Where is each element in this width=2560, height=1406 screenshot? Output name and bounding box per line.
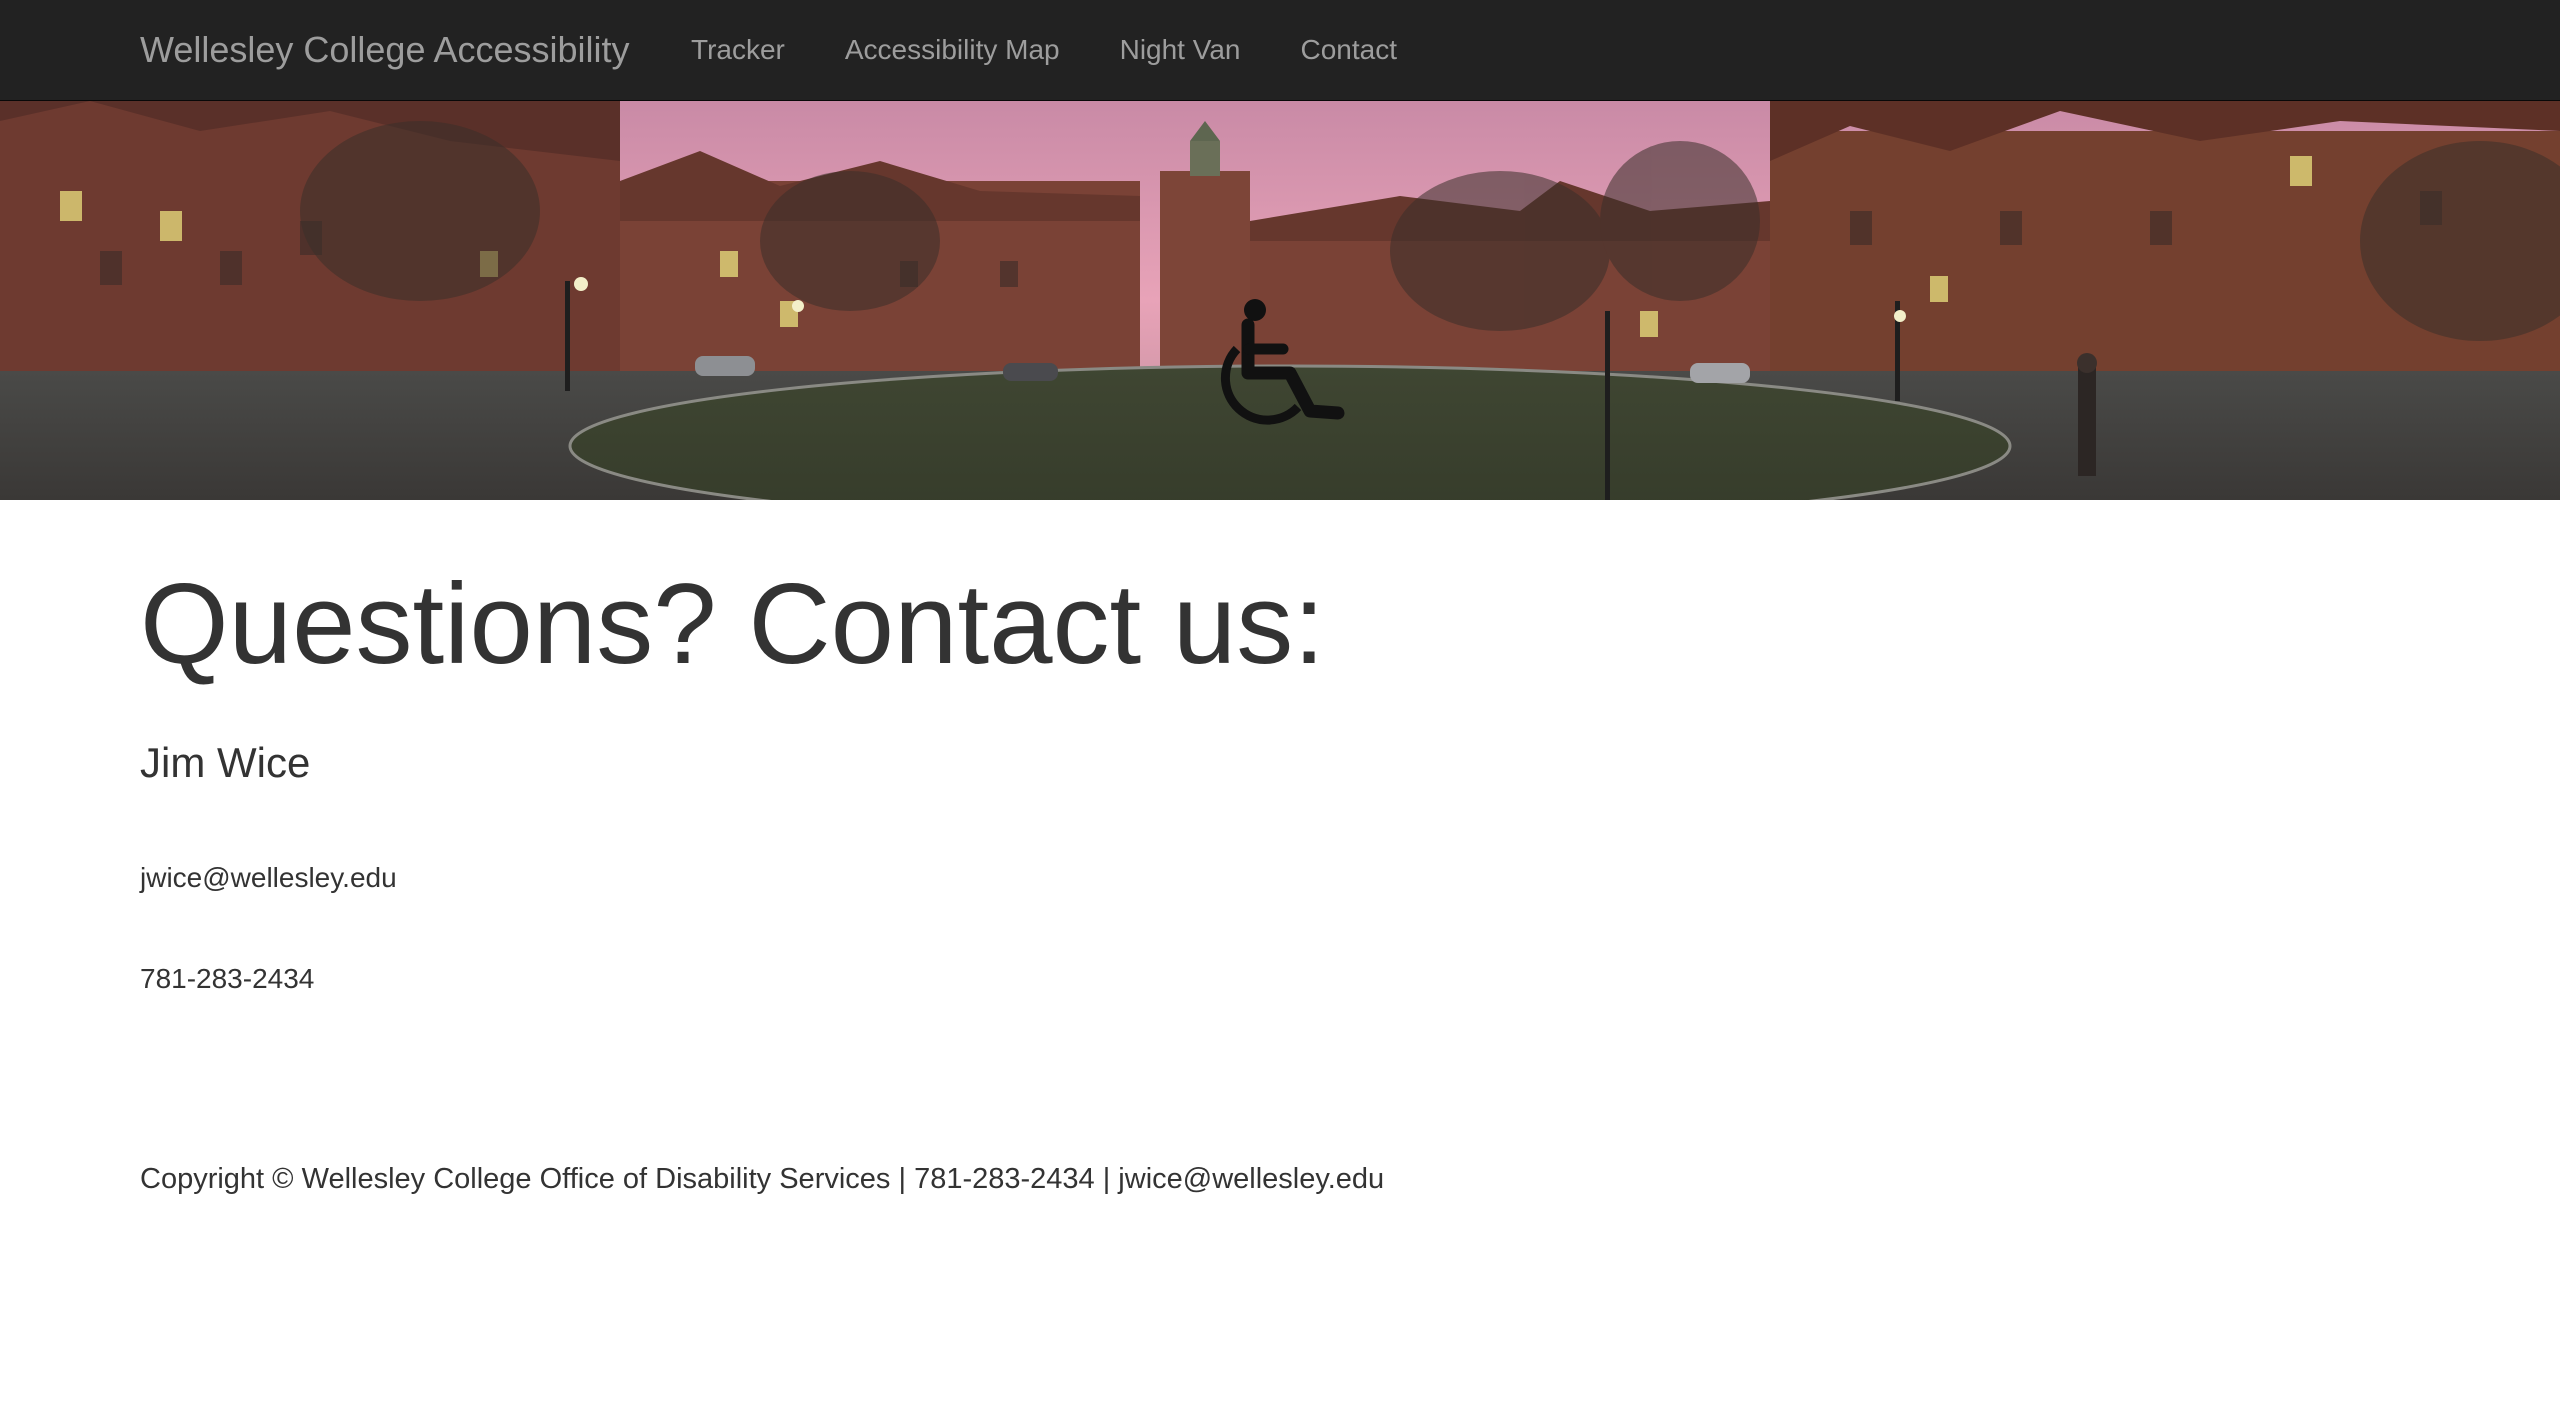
nav-link-tracker[interactable]: Tracker <box>661 0 815 100</box>
brand-link[interactable]: Wellesley College Accessibility <box>140 0 630 100</box>
campus-panorama-image <box>0 101 2560 500</box>
contact-name: Jim Wice <box>140 739 311 786</box>
nav-link-contact[interactable]: Contact <box>1270 0 1427 100</box>
hero-banner <box>0 101 2560 500</box>
contact-email[interactable]: jwice@wellesley.edu <box>140 858 397 898</box>
contact-phone: 781-283-2434 <box>140 963 315 994</box>
top-navbar: Wellesley College Accessibility Tracker … <box>0 0 2560 101</box>
nav-link-night-van[interactable]: Night Van <box>1090 0 1271 100</box>
nav-link-accessibility-map[interactable]: Accessibility Map <box>815 0 1090 100</box>
nav-menu: Tracker Accessibility Map Night Van Cont… <box>661 0 1427 100</box>
page-title: Questions? Contact us: <box>140 561 1325 688</box>
footer-copyright: Copyright © Wellesley College Office of … <box>140 1163 1385 1195</box>
